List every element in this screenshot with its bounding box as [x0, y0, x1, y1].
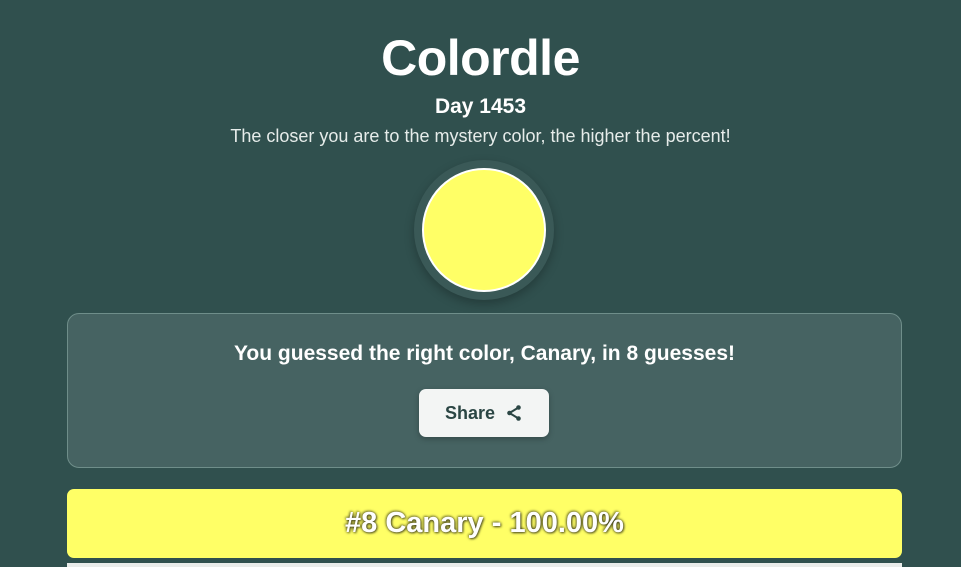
- mystery-color-swatch: [422, 168, 546, 292]
- instructions-text: The closer you are to the mystery color,…: [230, 126, 731, 146]
- guess-row: #8 Canary - 100.00%: [67, 489, 902, 558]
- guess-row-next: [67, 563, 902, 567]
- app-title: Colordle: [381, 30, 580, 86]
- share-icon: [505, 404, 523, 422]
- guess-label: #8 Canary - 100.00%: [345, 507, 624, 539]
- result-card: You guessed the right color, Canary, in …: [67, 313, 902, 468]
- result-message: You guessed the right color, Canary, in …: [233, 342, 736, 365]
- day-label: Day 1453: [434, 95, 527, 118]
- share-button[interactable]: Share: [419, 389, 549, 437]
- colordle-page: Colordle Day 1453 The closer you are to …: [0, 0, 961, 567]
- share-button-label: Share: [444, 402, 496, 423]
